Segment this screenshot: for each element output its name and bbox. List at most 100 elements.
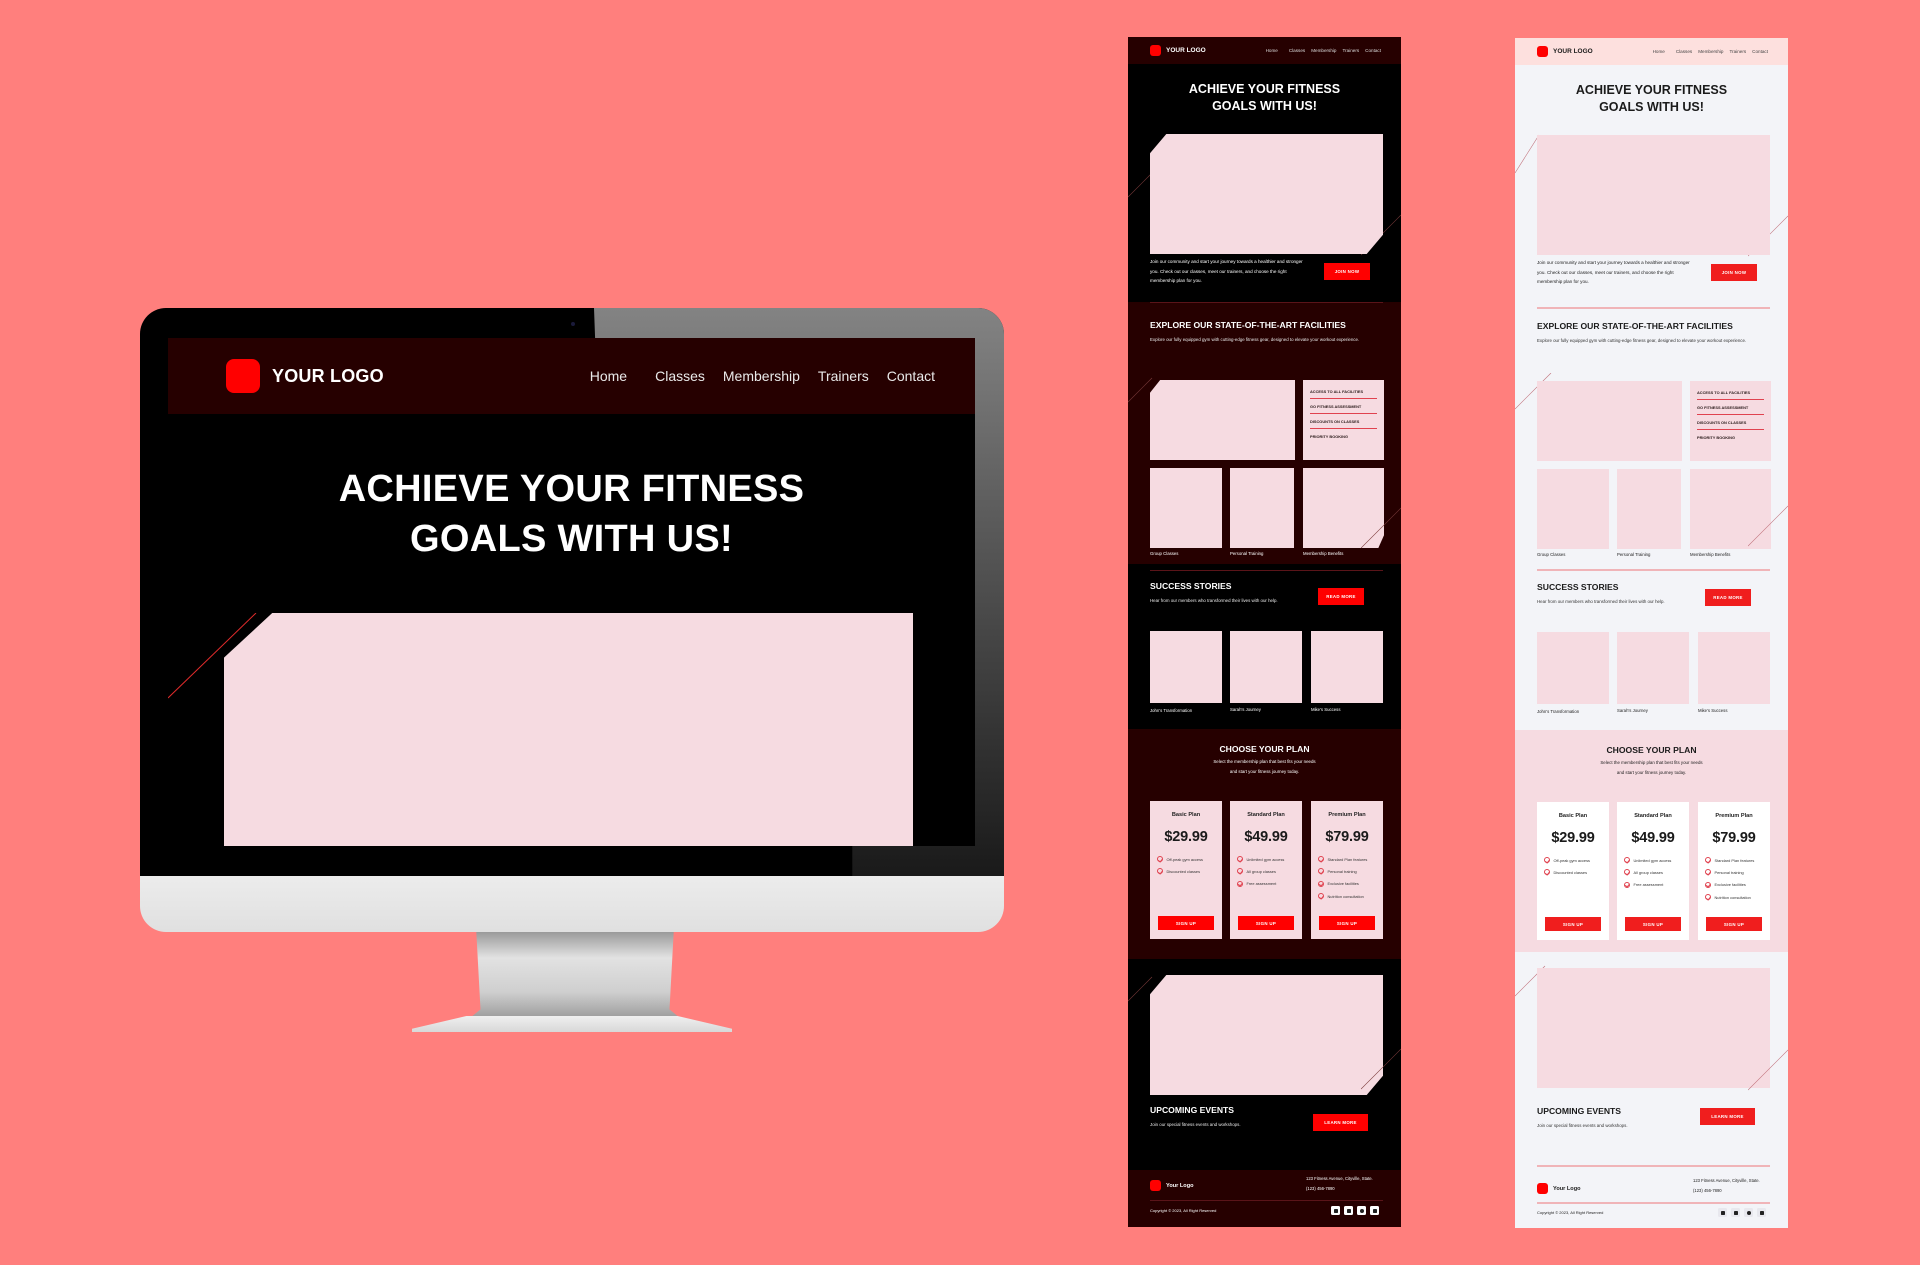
facility-tile[interactable] — [1537, 469, 1609, 549]
story-image-placeholder[interactable] — [1311, 631, 1383, 703]
nav-contact[interactable]: Contact — [887, 368, 935, 384]
logo-text[interactable]: YOUR LOGO — [1166, 47, 1206, 54]
sign-up-button[interactable]: SIGN UP — [1545, 917, 1601, 931]
learn-more-button[interactable]: LEARN MORE — [1700, 1108, 1755, 1125]
logo-icon[interactable] — [226, 359, 260, 393]
nav-trainers[interactable]: Trainers — [1342, 48, 1359, 53]
hero-title-line2: GOALS WITH US! — [410, 518, 733, 560]
nav-classes[interactable]: Classes — [655, 368, 705, 384]
facility-tile[interactable] — [1230, 468, 1294, 548]
logo-text[interactable]: YOUR LOGO — [272, 366, 384, 387]
plan-name: Standard Plan — [1247, 812, 1285, 818]
tile-caption: Membership Benefits — [1690, 552, 1731, 557]
linkedin-icon[interactable] — [1344, 1206, 1353, 1215]
feature-label: Unlimited gym access — [1246, 856, 1285, 862]
nav-classes[interactable]: Classes — [1676, 49, 1692, 54]
divider — [1150, 302, 1383, 303]
plan-price: $49.99 — [1631, 830, 1675, 846]
twitter-icon[interactable] — [1370, 1206, 1379, 1215]
facility-tile[interactable] — [1690, 469, 1771, 549]
sign-up-button[interactable]: SIGN UP — [1706, 917, 1762, 931]
logo-icon — [1150, 1180, 1161, 1191]
plans-subtitle-line1: Select the membership plan that best fit… — [1213, 759, 1316, 764]
hero-intro: Join our community and start your journe… — [1537, 258, 1770, 287]
nav-trainers[interactable]: Trainers — [1729, 49, 1746, 54]
plan-name: Basic Plan — [1171, 812, 1201, 818]
feature-label: All group classes — [1246, 868, 1276, 874]
nav-membership[interactable]: Membership — [1311, 48, 1336, 53]
nav-membership[interactable]: Membership — [723, 368, 800, 384]
sign-up-button[interactable]: SIGN UP — [1319, 916, 1375, 930]
plan-feature: Discounted classes — [1544, 866, 1609, 878]
plan-feature: Exclusive facilities — [1318, 878, 1383, 890]
instagram-icon[interactable] — [1744, 1208, 1753, 1217]
feature-label: Free assessment — [1246, 881, 1277, 887]
linkedin-icon[interactable] — [1731, 1208, 1740, 1217]
monitor-stand — [470, 932, 680, 1018]
plans-subtitle-line1: Select the membership plan that best fit… — [1600, 760, 1703, 765]
plan-price: $29.99 — [1551, 830, 1595, 846]
story-image-placeholder[interactable] — [1230, 631, 1302, 703]
nav-classes[interactable]: Classes — [1289, 48, 1305, 53]
stories-description: Hear from our members who transformed th… — [1150, 598, 1278, 603]
tile-caption: Personal Training — [1230, 551, 1264, 556]
story-image-placeholder[interactable] — [1150, 631, 1222, 703]
nav-trainers[interactable]: Trainers — [818, 368, 869, 384]
stories-description: Hear from our members who transformed th… — [1537, 599, 1665, 604]
facebook-icon[interactable] — [1331, 1206, 1340, 1215]
read-more-button[interactable]: READ MORE — [1705, 589, 1751, 606]
facebook-icon[interactable] — [1718, 1208, 1727, 1217]
plan-feature: Personal training — [1318, 865, 1383, 877]
read-more-button[interactable]: READ MORE — [1318, 588, 1364, 605]
story-image-placeholder[interactable] — [1698, 632, 1770, 704]
sign-up-button[interactable]: SIGN UP — [1238, 916, 1294, 930]
nav-home[interactable]: Home — [1266, 48, 1278, 53]
join-now-button[interactable]: JOIN NOW — [1324, 262, 1370, 280]
facilities-description: Explore our fully equipped gym with cutt… — [1537, 338, 1747, 343]
story-caption: Mike's Success — [1698, 708, 1728, 713]
facility-tile[interactable] — [1150, 468, 1222, 548]
logo-icon[interactable] — [1537, 46, 1548, 57]
instagram-icon[interactable] — [1357, 1206, 1366, 1215]
plan-name: Premium Plan — [1328, 812, 1366, 818]
perks-list: ACCESS TO ALL FACILITIES GO FITNESS ASSE… — [1303, 380, 1384, 460]
plans-subtitle: Select the membership plan that best fit… — [1128, 757, 1401, 777]
tile-caption: Group Classes — [1150, 551, 1179, 556]
hero-image-placeholder — [1150, 134, 1383, 254]
camera-icon — [571, 322, 575, 326]
perk-item: PRIORITY BOOKING — [1697, 435, 1735, 440]
desktop-monitor-mockup: YOUR LOGO Home Classes Membership Traine… — [140, 308, 1004, 1032]
sign-up-button[interactable]: SIGN UP — [1158, 916, 1214, 930]
hero-title: ACHIEVE YOUR FITNESS GOALS WITH US! — [1128, 81, 1401, 115]
footer-logo-text: Your Logo — [1166, 1182, 1194, 1189]
footer-logo[interactable]: Your Logo — [1150, 1180, 1194, 1191]
nav-contact[interactable]: Contact — [1752, 49, 1768, 54]
check-circle-icon — [1624, 881, 1630, 888]
join-now-button[interactable]: JOIN NOW — [1711, 263, 1757, 281]
story-caption: Mike's Success — [1311, 707, 1341, 712]
learn-more-button[interactable]: LEARN MORE — [1313, 1114, 1368, 1131]
divider — [1537, 307, 1770, 309]
twitter-icon[interactable] — [1757, 1208, 1766, 1217]
footer-contact: 123 Fitness Avenue, Cityville, State. (1… — [1306, 1174, 1373, 1193]
facility-tile[interactable] — [1303, 468, 1384, 548]
sign-up-button[interactable]: SIGN UP — [1625, 917, 1681, 931]
divider — [1150, 1200, 1383, 1201]
story-image-placeholder[interactable] — [1537, 632, 1609, 704]
plan-name: Standard Plan — [1634, 813, 1672, 819]
nav-home[interactable]: Home — [590, 368, 627, 384]
facility-tile[interactable] — [1617, 469, 1681, 549]
plan-feature: Personal training — [1705, 866, 1770, 878]
plan-name: Basic Plan — [1558, 813, 1588, 819]
hero-title-line1: ACHIEVE YOUR FITNESS — [1188, 82, 1341, 96]
story-image-placeholder[interactable] — [1617, 632, 1689, 704]
nav-contact[interactable]: Contact — [1365, 48, 1381, 53]
nav-home[interactable]: Home — [1653, 49, 1665, 54]
feature-label: Free assessment — [1633, 882, 1664, 888]
footer-logo[interactable]: Your Logo — [1537, 1183, 1581, 1194]
plan-feature: Standard Plan features — [1705, 854, 1770, 866]
logo-text[interactable]: YOUR LOGO — [1553, 48, 1593, 55]
nav-membership[interactable]: Membership — [1698, 49, 1723, 54]
logo-icon[interactable] — [1150, 45, 1161, 56]
plans-subtitle-line2: and start your fitness journey today. — [1229, 768, 1300, 774]
